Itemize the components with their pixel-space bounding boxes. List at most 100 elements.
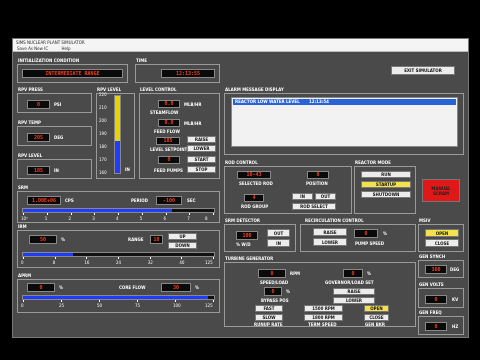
- msiv-open-button[interactable]: OPEN: [425, 229, 459, 237]
- rod-out-button[interactable]: OUT: [315, 193, 336, 200]
- srm-tick-label: 4: [116, 216, 119, 221]
- rpv-level-tick: 160: [99, 170, 107, 175]
- letterbox-top: [0, 0, 480, 38]
- irm-range-up-button[interactable]: UP: [168, 233, 197, 240]
- steamflow-display: 0.0: [158, 100, 180, 108]
- irm-tick-label: 0: [21, 260, 24, 265]
- aprm-unit: %: [59, 285, 64, 290]
- alarm-message: REACTOR LOW WATER LEVEL: [235, 99, 300, 104]
- rod-group-display: 4: [244, 194, 264, 202]
- mode-run-button[interactable]: RUN: [361, 171, 411, 178]
- srm-detector-in-button[interactable]: IN: [267, 239, 290, 247]
- rod-position-label: POSITION: [306, 181, 328, 186]
- runup-fast-button[interactable]: FAST: [255, 305, 283, 312]
- gen-synch-display: 360: [425, 265, 447, 274]
- governor-lower-button[interactable]: LOWER: [333, 297, 375, 304]
- msiv-close-button[interactable]: CLOSE: [425, 239, 459, 247]
- srm-tick-label: 6: [163, 216, 167, 221]
- mode-startup-button[interactable]: STARTUP: [361, 181, 411, 188]
- aprm-bar-fill: [23, 296, 209, 299]
- alarm-list[interactable]: REACTOR LOW WATER LEVEL 12:13:54: [231, 97, 458, 147]
- feedflow-label: FEED FLOW: [154, 129, 180, 134]
- irm-range-down-button[interactable]: DOWN: [168, 242, 197, 249]
- aprm-tick-label: 25: [59, 303, 65, 308]
- recirc-lower-button[interactable]: LOWER: [313, 238, 347, 246]
- reactor-mode-title: REACTOR MODE: [355, 160, 391, 165]
- gen-bkr-close-button[interactable]: CLOSE: [364, 314, 389, 321]
- menu-bar: Save As New IC Help: [13, 46, 468, 52]
- pump-speed-label: PUMP SPEED: [355, 241, 385, 246]
- rpv-level-title: RPV LEVEL: [18, 153, 43, 158]
- turbine-speed-label: SPEED/LOAD: [260, 280, 289, 285]
- rpv-level-bar-panel: RPV LEVEL 220 210 200 190 180 170 160 IN: [96, 87, 135, 179]
- rpv-level-display: 185: [27, 166, 50, 175]
- msiv-title: MSIV: [419, 218, 431, 223]
- steamflow-label: STEAMFLOW: [150, 110, 179, 115]
- rpv-level-tick: 170: [99, 157, 107, 162]
- rpv-level-tick: 180: [99, 144, 107, 149]
- srm-tick-mark: [70, 213, 72, 215]
- rod-in-button[interactable]: IN: [292, 193, 313, 200]
- rpv-press-display: 0: [27, 100, 50, 109]
- rpv-level-yellow-band: [115, 96, 120, 141]
- irm-tick-mark: [86, 257, 88, 259]
- rpv-level-unit: IN: [54, 168, 59, 173]
- aprm-tick-mark: [175, 300, 176, 302]
- selected-rod-display: 10-43: [237, 171, 271, 179]
- rpv-temp-panel: RPV TEMP 205 DEG: [17, 120, 92, 146]
- srm-tick-mark: [46, 213, 48, 215]
- term-speed-1800-button[interactable]: 1800 RPM: [304, 314, 343, 321]
- governor-raise-button[interactable]: RAISE: [333, 288, 375, 295]
- srm-detector-panel: SRM DETECTOR 100 % W/D OUT IN: [224, 218, 296, 252]
- rpv-level-bar-track: [114, 95, 121, 174]
- srm-tick-label: 3: [92, 216, 95, 221]
- gen-volts-display: 0: [425, 295, 447, 304]
- init-condition-display: INTERMEDIATE RANGE: [22, 69, 123, 78]
- menu-save-ic[interactable]: Save As New IC: [17, 46, 48, 51]
- srm-detector-out-button[interactable]: OUT: [267, 229, 290, 237]
- feed-pumps-stop-button[interactable]: STOP: [187, 166, 216, 173]
- pump-speed-unit: %: [383, 231, 388, 236]
- time-panel: TIME 12:13:55: [135, 58, 220, 83]
- srm-tick-mark: [189, 213, 191, 215]
- rod-position-display: 0: [307, 171, 329, 179]
- term-speed-1500-button[interactable]: 1500 RPM: [304, 305, 343, 312]
- irm-panel: IRM 50 % RANGE 10 UP DOWN 0 8 16 24 32 40 125: [17, 224, 220, 268]
- irm-tick-mark: [181, 257, 183, 259]
- exit-simulator-button[interactable]: EXIT SIMULATOR: [391, 66, 455, 75]
- feed-pumps-start-button[interactable]: START: [187, 156, 216, 163]
- gen-volts-title: GEN VOLTS: [419, 282, 444, 287]
- srm-tick-mark: [141, 213, 143, 215]
- runup-rate-label: RUNUP RATE: [254, 322, 283, 327]
- runup-slow-button[interactable]: SLOW: [255, 314, 283, 321]
- recirc-raise-button[interactable]: RAISE: [313, 228, 347, 236]
- irm-tick-mark: [213, 257, 214, 259]
- manual-scram-button[interactable]: MANUAL SCRAM: [422, 179, 460, 202]
- srm-tick-mark: [23, 213, 24, 215]
- irm-range-label: RANGE: [128, 237, 144, 242]
- alarm-row[interactable]: REACTOR LOW WATER LEVEL 12:13:54: [233, 99, 456, 105]
- simulator-window: SIMS NUCLEAR PLANT SIMULATOR Save As New…: [12, 38, 469, 338]
- srm-display: 1.00E+06: [27, 196, 61, 205]
- setpoint-raise-button[interactable]: RAISE: [187, 136, 216, 143]
- rod-select-button[interactable]: ROD SELECT: [292, 203, 336, 210]
- irm-tick-mark: [23, 257, 24, 259]
- level-control-panel: LEVEL CONTROL 0.0 MLB/HR STEAMFLOW 0.0 M…: [139, 87, 220, 179]
- srm-tick-label: 8: [205, 216, 208, 221]
- core-flow-unit: %: [195, 285, 200, 290]
- core-flow-label: CORE FLOW: [119, 285, 146, 290]
- rod-group-label: ROD GROUP: [241, 204, 269, 209]
- time-title: TIME: [136, 58, 147, 63]
- srm-tick-mark: [165, 213, 167, 215]
- gen-freq-display: 0: [425, 322, 447, 331]
- gen-bkr-open-button[interactable]: OPEN: [364, 305, 389, 312]
- bypass-label: BYPASS POS: [261, 298, 289, 303]
- time-display: 12:13:55: [161, 69, 215, 78]
- srm-period-display: -100: [156, 196, 182, 205]
- irm-tick-label: 125: [205, 260, 213, 265]
- mode-shutdown-button[interactable]: SHUTDOWN: [361, 191, 411, 198]
- srm-tick-label: 2: [68, 216, 72, 221]
- menu-help[interactable]: Help: [61, 46, 70, 51]
- setpoint-lower-button[interactable]: LOWER: [187, 145, 216, 152]
- core-flow-display: 30: [161, 283, 191, 292]
